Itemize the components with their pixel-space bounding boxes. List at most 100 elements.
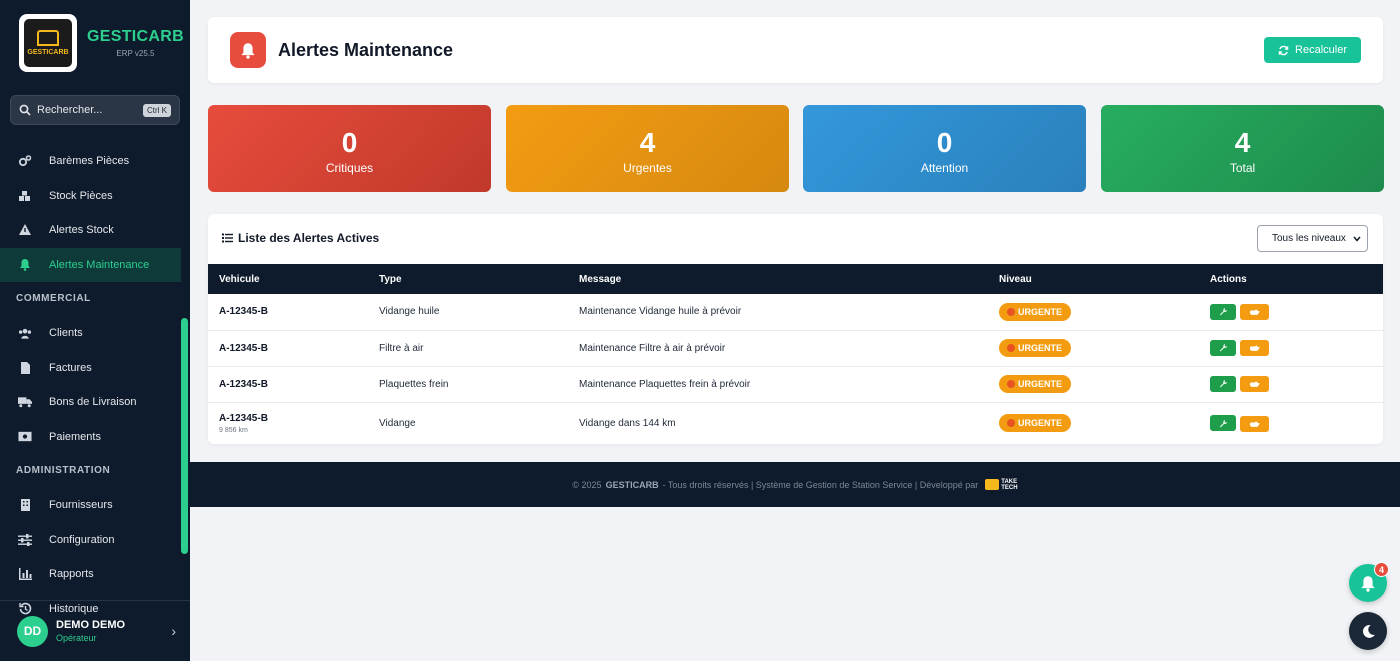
sidebar-item-baremes-pieces[interactable]: Barèmes Pièces	[0, 144, 190, 179]
bell-icon	[18, 258, 32, 272]
alerts-table: Vehicule Type Message Niveau Actions A-1…	[208, 264, 1383, 444]
vehicle-plate: A-12345-B	[219, 306, 268, 318]
stat-label: Total	[1229, 161, 1256, 175]
sidebar-item-fournisseurs[interactable]: Fournisseurs	[0, 488, 190, 523]
alert-message: Maintenance Vidange huile à prévoir	[579, 306, 742, 318]
stat-card-urgentes: 4 Urgentes	[506, 105, 789, 192]
sidebar-item-label: Stock Pièces	[49, 189, 113, 202]
table-row: A-12345-B Vidange huile Maintenance Vida…	[208, 294, 1383, 330]
col-header: Niveau	[999, 273, 1032, 285]
col-header: Type	[379, 273, 402, 285]
warning-icon	[18, 223, 32, 237]
developer-logo[interactable]: TAKE TECH	[985, 479, 1018, 491]
alert-message: Vidange dans 144 km	[579, 417, 676, 429]
brand[interactable]: GESTICARB GESTICARB ERP v25.5	[0, 0, 190, 86]
level-badge: URGENTE	[999, 414, 1072, 433]
alert-message: Maintenance Plaquettes frein à prévoir	[579, 378, 751, 390]
sidebar-item-label: Configuration	[49, 533, 115, 546]
level-badge: URGENTE	[999, 339, 1072, 357]
stat-label: Critiques	[325, 161, 374, 175]
stat-card-total: 4 Total	[1101, 105, 1384, 192]
truck-icon	[18, 395, 32, 409]
level-text: URGENTE	[1018, 379, 1063, 389]
hand-icon	[1249, 345, 1260, 352]
hand-icon	[1249, 421, 1260, 427]
table-row: A-12345-B Filtre à air Maintenance Filtr…	[208, 330, 1383, 366]
sidebar-item-rapports[interactable]: Rapports	[0, 557, 190, 592]
building-icon	[18, 498, 32, 512]
cogs-icon	[18, 154, 32, 168]
avatar: DD	[17, 615, 48, 647]
sidebar-item-label: Alertes Maintenance	[49, 258, 150, 271]
maintenance-button[interactable]	[1210, 339, 1236, 356]
refresh-icon	[1278, 45, 1289, 55]
sidebar-item-label: Paiements	[49, 430, 101, 443]
sidebar-item-stock-pieces[interactable]: Stock Pièces	[0, 179, 190, 214]
dismiss-button[interactable]	[1240, 376, 1269, 393]
briefcase-icon	[985, 479, 1000, 490]
section-administration: ADMINISTRATION	[16, 465, 111, 476]
dismiss-button[interactable]	[1240, 340, 1269, 357]
vehicle-plate: A-12345-B	[219, 378, 268, 390]
stat-label: Urgentes	[623, 161, 672, 175]
maintenance-button[interactable]	[1210, 415, 1236, 431]
stat-card-critiques: 0 Critiques	[208, 105, 491, 192]
sidebar-item-factures[interactable]: Factures	[0, 351, 190, 386]
chevron-right-icon[interactable]: ›	[171, 623, 176, 639]
sidebar-item-alertes-maintenance[interactable]: Alertes Maintenance	[0, 247, 181, 282]
level-filter-value: Tous les niveaux	[1272, 233, 1346, 244]
sliders-icon	[18, 533, 32, 547]
stat-value: 4	[1234, 127, 1251, 158]
alert-type: Vidange	[379, 417, 416, 429]
sidebar-item-label: Clients	[49, 327, 83, 340]
sidebar-item-clients[interactable]: Clients	[0, 316, 190, 351]
recalculate-button[interactable]: Recalculer	[1264, 37, 1361, 63]
brand-version: ERP v25.5	[116, 49, 155, 58]
dismiss-button[interactable]	[1240, 415, 1269, 432]
table-row: A-12345-B 9 856 km Vidange Vidange dans …	[208, 402, 1383, 444]
user-menu[interactable]: DD DEMO DEMO Opérateur ›	[0, 600, 190, 661]
sidebar-item-bons-de-livraison[interactable]: Bons de Livraison	[0, 385, 190, 420]
maintenance-button[interactable]	[1210, 375, 1236, 392]
wrench-icon	[1219, 380, 1227, 388]
dismiss-button[interactable]	[1240, 304, 1269, 320]
table-header-row: Vehicule Type Message Niveau Actions	[208, 264, 1383, 294]
alerts-title-text: Liste des Alertes Actives	[238, 231, 380, 245]
sidebar-scrollbar[interactable]	[181, 318, 188, 554]
stat-value: 0	[341, 127, 358, 158]
footer-text: - Tous droits réservés | Système de Gest…	[662, 479, 979, 490]
maintenance-button[interactable]	[1210, 303, 1236, 320]
fuel-pump-icon	[37, 30, 59, 46]
sidebar-item-label: Alertes Stock	[49, 224, 114, 237]
stat-value: 0	[936, 127, 953, 158]
col-header: Message	[579, 273, 622, 285]
search-shortcut: Ctrl K	[143, 103, 171, 117]
dark-mode-toggle[interactable]	[1349, 612, 1387, 650]
search-input[interactable]: Rechercher... Ctrl K	[10, 95, 180, 125]
footer-copyright: © 2025	[572, 479, 602, 490]
fire-icon	[1007, 307, 1015, 316]
wrench-icon	[1219, 307, 1227, 316]
chart-icon	[18, 567, 32, 581]
wrench-icon	[1219, 419, 1227, 427]
developer-line2: TECH	[1001, 484, 1018, 491]
user-name: DEMO DEMO	[56, 619, 126, 631]
boxes-icon	[18, 189, 32, 203]
recalculate-label: Recalculer	[1295, 44, 1347, 56]
level-filter-select[interactable]: Tous les niveaux	[1257, 225, 1368, 252]
sidebar-item-label: Rapports	[49, 568, 94, 581]
invoice-icon	[18, 361, 32, 375]
col-header: Actions	[1210, 273, 1247, 285]
level-text: URGENTE	[1018, 418, 1063, 429]
brand-logo[interactable]: GESTICARB	[19, 14, 77, 72]
list-icon	[222, 233, 233, 243]
alert-type: Filtre à air	[379, 342, 424, 354]
fire-icon	[1007, 344, 1015, 352]
sidebar-item-paiements[interactable]: Paiements	[0, 420, 190, 455]
bell-icon	[1361, 575, 1375, 592]
sidebar-item-configuration[interactable]: Configuration	[0, 523, 190, 558]
logo-emblem: GESTICARB	[24, 19, 72, 67]
sidebar-item-alertes-stock[interactable]: Alertes Stock	[0, 213, 190, 248]
sidebar-nav: Barèmes Pièces Stock Pièces Alertes Stoc…	[0, 144, 190, 626]
money-icon	[18, 430, 32, 444]
